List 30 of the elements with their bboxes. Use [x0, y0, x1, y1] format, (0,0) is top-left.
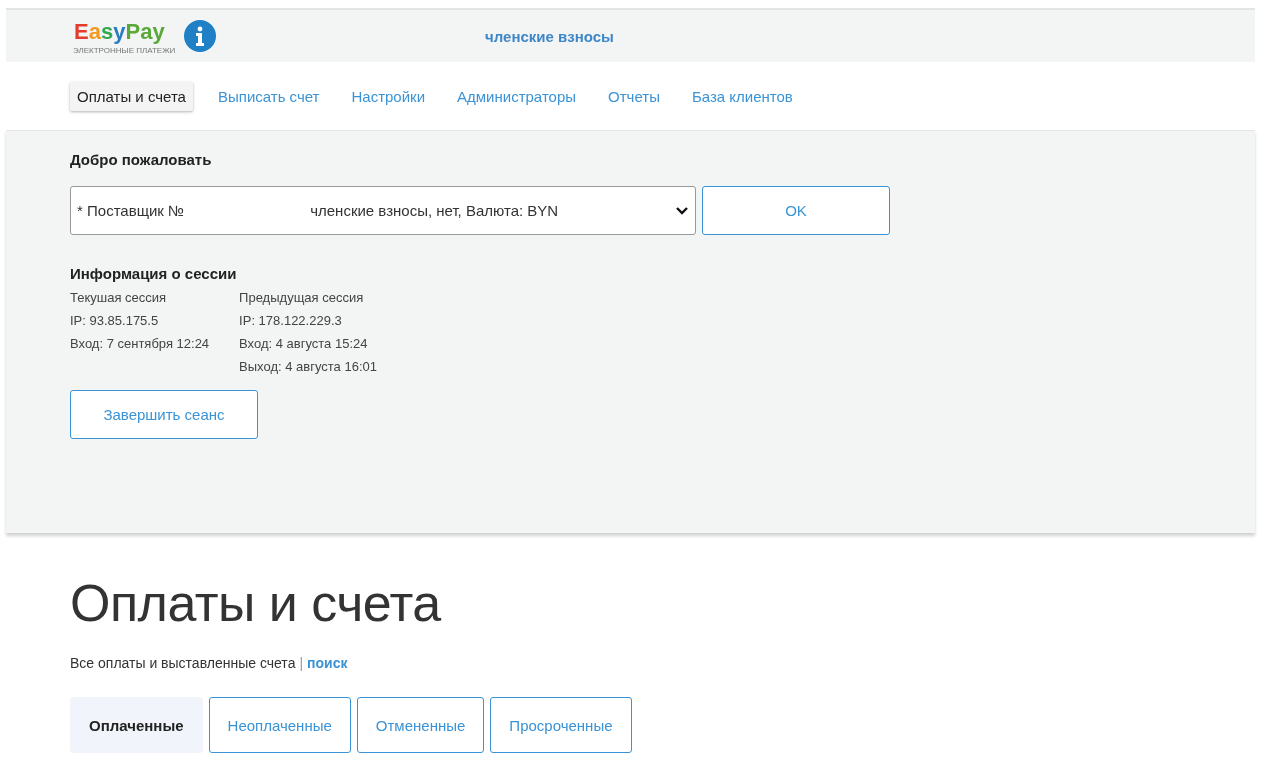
nav-link[interactable]: Выписать счет: [210, 81, 327, 111]
session-line: Вход: 7 сентября 12:24: [70, 336, 210, 351]
session-line: IP: 93.85.175.5: [70, 313, 160, 328]
page-title: Оплаты и счета: [70, 573, 443, 633]
search-link[interactable]: поиск: [307, 655, 348, 671]
status-tab[interactable]: Просроченные: [490, 697, 632, 753]
nav-link[interactable]: Администраторы: [450, 81, 584, 111]
nav-link[interactable]: Отчеты: [601, 81, 667, 111]
info-icon[interactable]: [184, 20, 216, 52]
session-line: IP: 178.122.229.3: [239, 313, 343, 328]
ok-button[interactable]: OK: [702, 186, 890, 235]
status-tab[interactable]: Отмененные: [356, 697, 485, 753]
provider-select[interactable]: * Поставщик № членские взносы, нет, Валюта: BYN: [70, 186, 696, 235]
logout-button[interactable]: Завершить сеанс: [70, 390, 258, 439]
session-line: Текушая сессия: [70, 290, 168, 305]
session-title: Информация о сессии: [70, 265, 238, 282]
session-line: Выход: 4 августа 16:01: [239, 359, 377, 374]
session-line: Предыдущая сессия: [239, 290, 365, 305]
status-tab[interactable]: Оплаченные: [70, 697, 203, 753]
separator: |: [299, 655, 304, 671]
nav-link[interactable]: База клиентов: [684, 81, 800, 111]
header-title: членские взносы: [485, 27, 614, 45]
page-subtitle: Все оплаты и выставленные счета: [70, 655, 296, 671]
welcome-title: Добро пожаловать: [70, 151, 213, 168]
logo: EasyPay: [73, 17, 166, 46]
session-line: Вход: 4 августа 15:24: [239, 336, 369, 351]
nav-link[interactable]: Оплаты и счета: [70, 81, 193, 111]
status-tab[interactable]: Неоплаченные: [208, 697, 351, 753]
logo-tagline: ЭЛЕКТРОННЫЕ ПЛАТЕЖИ: [73, 45, 176, 55]
nav-link[interactable]: Настройки: [344, 81, 433, 111]
